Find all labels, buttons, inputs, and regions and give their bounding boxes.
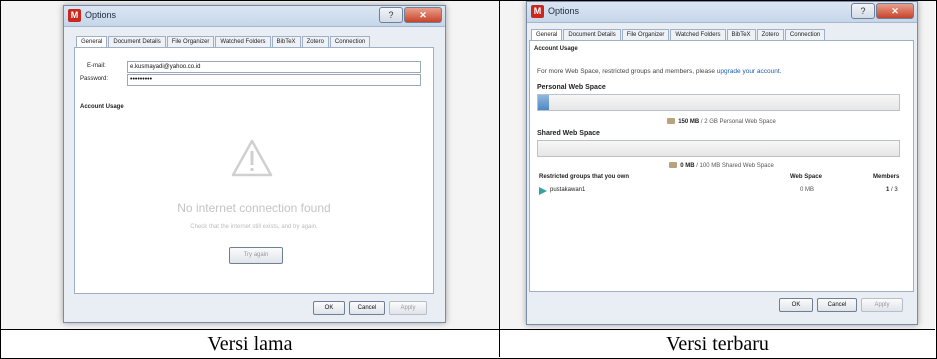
options-window-new: M Options ? ✕ General Document Details F…: [526, 1, 918, 325]
upgrade-promo: For more Web Space, restricted groups an…: [537, 68, 781, 75]
email-field[interactable]: e.kusmayadi@yahoo.co.id: [127, 61, 421, 73]
tab-file-organizer[interactable]: File Organizer: [166, 36, 215, 47]
personal-used: 150 MB: [678, 119, 700, 125]
shared-used: 0 MB: [680, 163, 695, 169]
close-button[interactable]: ✕: [876, 3, 914, 19]
group-row[interactable]: pustakawan1 0 MB 1 / 3: [530, 185, 913, 197]
email-label: E-mail:: [87, 63, 106, 69]
tab-bar: General Document Details File Organizer …: [531, 29, 826, 41]
window-title: Options: [85, 10, 117, 20]
shared-usage-bar: [537, 140, 900, 157]
members-header: Members: [873, 174, 900, 180]
general-panel: Account Usage For more Web Space, restri…: [529, 40, 914, 292]
password-label: Password:: [80, 76, 109, 82]
tab-zotero[interactable]: Zotero: [301, 36, 329, 47]
tab-bibtex[interactable]: BibTeX: [726, 29, 756, 40]
groups-header: Restricted groups that you own: [539, 174, 630, 180]
tab-zotero[interactable]: Zotero: [756, 29, 784, 40]
tab-connection[interactable]: Connection: [784, 29, 826, 40]
group-name: pustakawan1: [550, 187, 586, 193]
promo-text: For more Web Space, restricted groups an…: [537, 68, 717, 75]
mendeley-app-icon: M: [531, 5, 544, 18]
try-again-button[interactable]: Try again: [229, 247, 283, 264]
mendeley-app-icon: M: [68, 9, 81, 22]
personal-usage-fill: [538, 95, 549, 110]
warning-triangle-icon: [231, 139, 273, 177]
tab-watched-folders[interactable]: Watched Folders: [670, 29, 726, 40]
members-total: / 3: [889, 187, 898, 193]
shared-web-space-title: Shared Web Space: [537, 130, 600, 137]
folder-icon: [667, 118, 676, 124]
apply-button[interactable]: Apply: [861, 298, 903, 312]
error-message: Check that the internet still exists, an…: [190, 224, 318, 230]
account-usage-title: Account Usage: [534, 46, 578, 52]
row-divider: [0, 329, 935, 330]
tab-document-details[interactable]: Document Details: [108, 36, 166, 47]
ok-button[interactable]: OK: [779, 298, 813, 312]
tab-watched-folders[interactable]: Watched Folders: [215, 36, 271, 47]
personal-web-space-title: Personal Web Space: [537, 84, 606, 91]
title-bar: M Options ? ✕: [64, 6, 445, 27]
tab-connection[interactable]: Connection: [329, 36, 371, 47]
title-bar: M Options ? ✕: [527, 2, 917, 23]
personal-usage-text: 150 MB / 2 GB Personal Web Space: [530, 118, 913, 125]
cancel-button[interactable]: Cancel: [817, 298, 857, 312]
tab-file-organizer[interactable]: File Organizer: [621, 29, 670, 40]
tab-bar: General Document Details File Organizer …: [76, 36, 371, 48]
account-usage-title: Account Usage: [80, 104, 124, 110]
tab-bibtex[interactable]: BibTeX: [271, 36, 301, 47]
help-button[interactable]: ?: [851, 3, 875, 19]
shared-usage-text: 0 MB / 100 MB Shared Web Space: [530, 162, 913, 169]
personal-total: / 2 GB Personal Web Space: [699, 119, 776, 125]
window-title: Options: [548, 6, 580, 16]
help-button[interactable]: ?: [379, 7, 403, 23]
web-space-header: Web Space: [790, 174, 822, 180]
caption-left: Versi lama: [207, 333, 293, 355]
close-button[interactable]: ✕: [404, 7, 442, 23]
tab-document-details[interactable]: Document Details: [563, 29, 621, 40]
group-web-space: 0 MB: [800, 187, 815, 193]
group-members: 1 / 3: [886, 187, 898, 193]
options-window-old: M Options ? ✕ General Document Details F…: [63, 5, 446, 323]
personal-usage-bar: [537, 94, 900, 111]
column-divider: [499, 0, 500, 357]
folder-icon: [669, 162, 678, 168]
group-icon: [539, 187, 547, 195]
shared-total: / 100 MB Shared Web Space: [694, 163, 774, 169]
password-field[interactable]: •••••••••: [127, 74, 421, 86]
upgrade-account-link[interactable]: upgrade your account.: [717, 68, 782, 75]
cancel-button[interactable]: Cancel: [349, 301, 385, 315]
caption-right: Versi terbaru: [666, 333, 769, 355]
error-title: No internet connection found: [177, 201, 331, 215]
general-panel: E-mail: e.kusmayadi@yahoo.co.id Password…: [74, 47, 434, 294]
ok-button[interactable]: OK: [313, 301, 345, 315]
apply-button[interactable]: Apply: [389, 301, 427, 315]
